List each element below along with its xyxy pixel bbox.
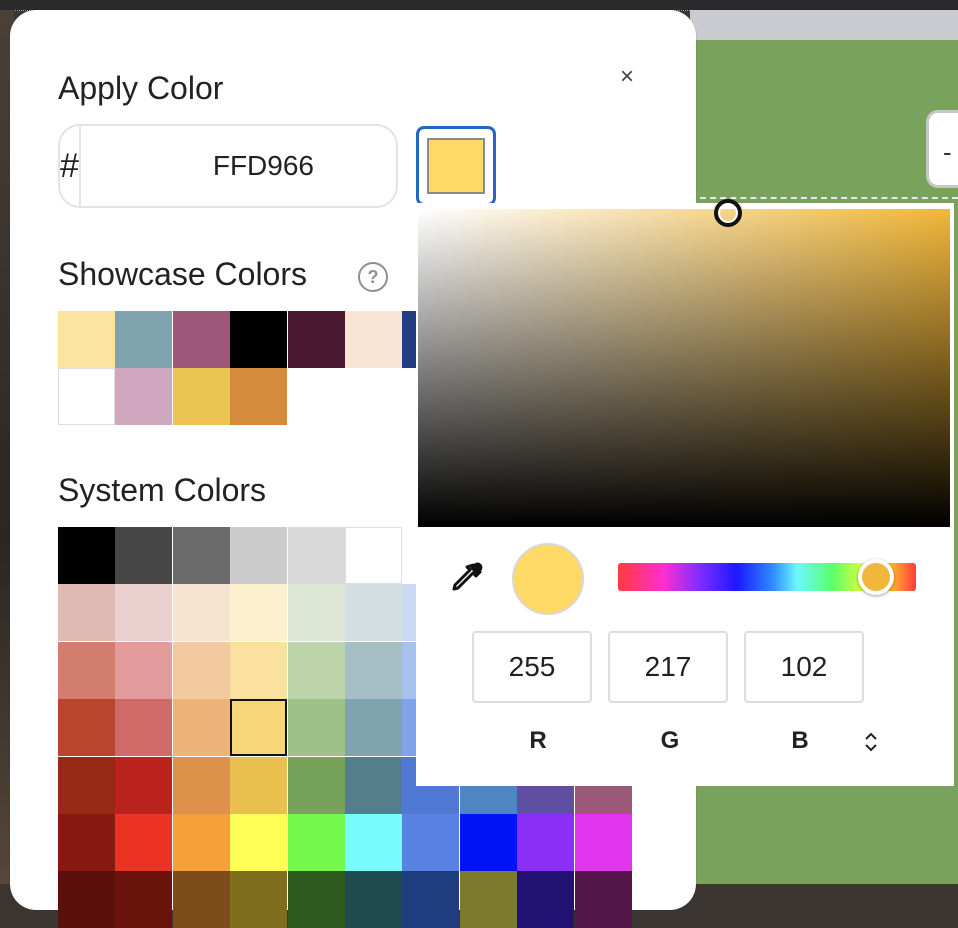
system-swatch[interactable] [58,814,115,871]
system-swatch[interactable] [345,814,402,871]
system-swatch[interactable] [574,871,632,928]
system-swatch[interactable] [230,699,288,757]
system-swatch[interactable] [115,527,173,584]
system-swatch[interactable] [172,871,230,928]
showcase-swatch[interactable] [172,311,230,368]
saturation-brightness-area[interactable] [418,199,950,527]
background-button-glyph: - [943,137,952,167]
system-swatch[interactable] [287,814,345,871]
system-swatch[interactable] [345,527,402,584]
color-mode-toggle[interactable] [860,729,882,755]
system-swatch[interactable] [115,756,173,814]
system-swatch[interactable] [172,641,230,699]
system-colors-title: System Colors [58,472,267,508]
color-preview-button[interactable] [416,126,496,206]
system-swatch[interactable] [230,756,288,814]
system-swatch[interactable] [517,814,575,871]
selected-color-circle [512,543,584,615]
system-swatch[interactable] [230,814,288,871]
system-swatch[interactable] [574,814,632,871]
color-picker-popover: R G B [416,199,954,786]
system-swatch[interactable] [287,756,345,814]
showcase-colors-title: Showcase Colors [58,256,307,292]
system-swatch[interactable] [230,527,288,584]
help-icon[interactable]: ? [358,262,388,292]
color-preview-swatch [427,138,485,194]
showcase-swatch[interactable] [172,368,230,426]
system-swatch[interactable] [58,584,115,642]
system-swatch[interactable] [402,871,460,928]
system-swatch[interactable] [115,641,173,699]
blue-label: B [791,727,809,754]
system-swatch[interactable] [459,814,517,871]
system-swatch[interactable] [58,527,115,584]
red-input[interactable] [472,631,592,703]
showcase-swatch[interactable] [115,311,173,368]
system-swatch[interactable] [287,527,345,584]
showcase-swatch[interactable] [58,311,115,368]
system-swatch[interactable] [115,584,173,642]
system-swatch[interactable] [287,641,345,699]
hue-slider[interactable] [618,559,916,595]
system-swatch[interactable] [287,871,345,928]
showcase-swatch[interactable] [345,311,402,368]
showcase-swatch[interactable] [287,311,345,368]
showcase-swatch[interactable] [58,368,115,426]
showcase-swatch[interactable] [230,368,288,426]
system-swatch[interactable] [172,814,230,871]
system-swatch[interactable] [58,699,115,757]
background-button[interactable]: - [926,110,958,188]
system-swatch[interactable] [230,584,288,642]
system-swatch[interactable] [115,871,173,928]
system-swatch[interactable] [172,756,230,814]
system-swatch[interactable] [230,871,288,928]
hex-prefix: # [60,126,81,206]
system-swatch[interactable] [287,584,345,642]
background-toolbar [690,10,958,40]
system-swatch[interactable] [58,756,115,814]
hex-input-group: # [58,124,398,208]
hue-slider-handle[interactable] [858,559,894,595]
saturation-brightness-handle[interactable] [714,199,742,227]
system-swatch[interactable] [345,584,402,642]
system-swatch[interactable] [345,699,402,757]
system-swatch[interactable] [345,641,402,699]
system-swatch[interactable] [172,584,230,642]
green-label: G [660,727,680,754]
close-button[interactable]: × [612,60,642,94]
showcase-swatch[interactable] [115,368,173,426]
red-label: R [529,727,547,754]
system-swatch[interactable] [172,527,230,584]
system-swatch[interactable] [172,699,230,757]
system-swatch[interactable] [58,641,115,699]
eyedropper-icon[interactable] [446,559,486,599]
blue-input[interactable] [744,631,864,703]
hex-input[interactable] [80,126,396,206]
system-swatch[interactable] [517,871,575,928]
green-input[interactable] [608,631,728,703]
chevron-up-down-icon [865,732,877,752]
system-swatch[interactable] [58,871,115,928]
showcase-swatch[interactable] [230,311,288,368]
system-swatch[interactable] [115,699,173,757]
system-swatch[interactable] [345,756,402,814]
system-swatch[interactable] [230,641,288,699]
system-swatch[interactable] [345,871,402,928]
dialog-title: Apply Color [58,70,224,106]
system-swatch[interactable] [402,814,460,871]
system-swatch[interactable] [115,814,173,871]
system-swatch[interactable] [459,871,517,928]
system-swatch[interactable] [287,699,345,757]
